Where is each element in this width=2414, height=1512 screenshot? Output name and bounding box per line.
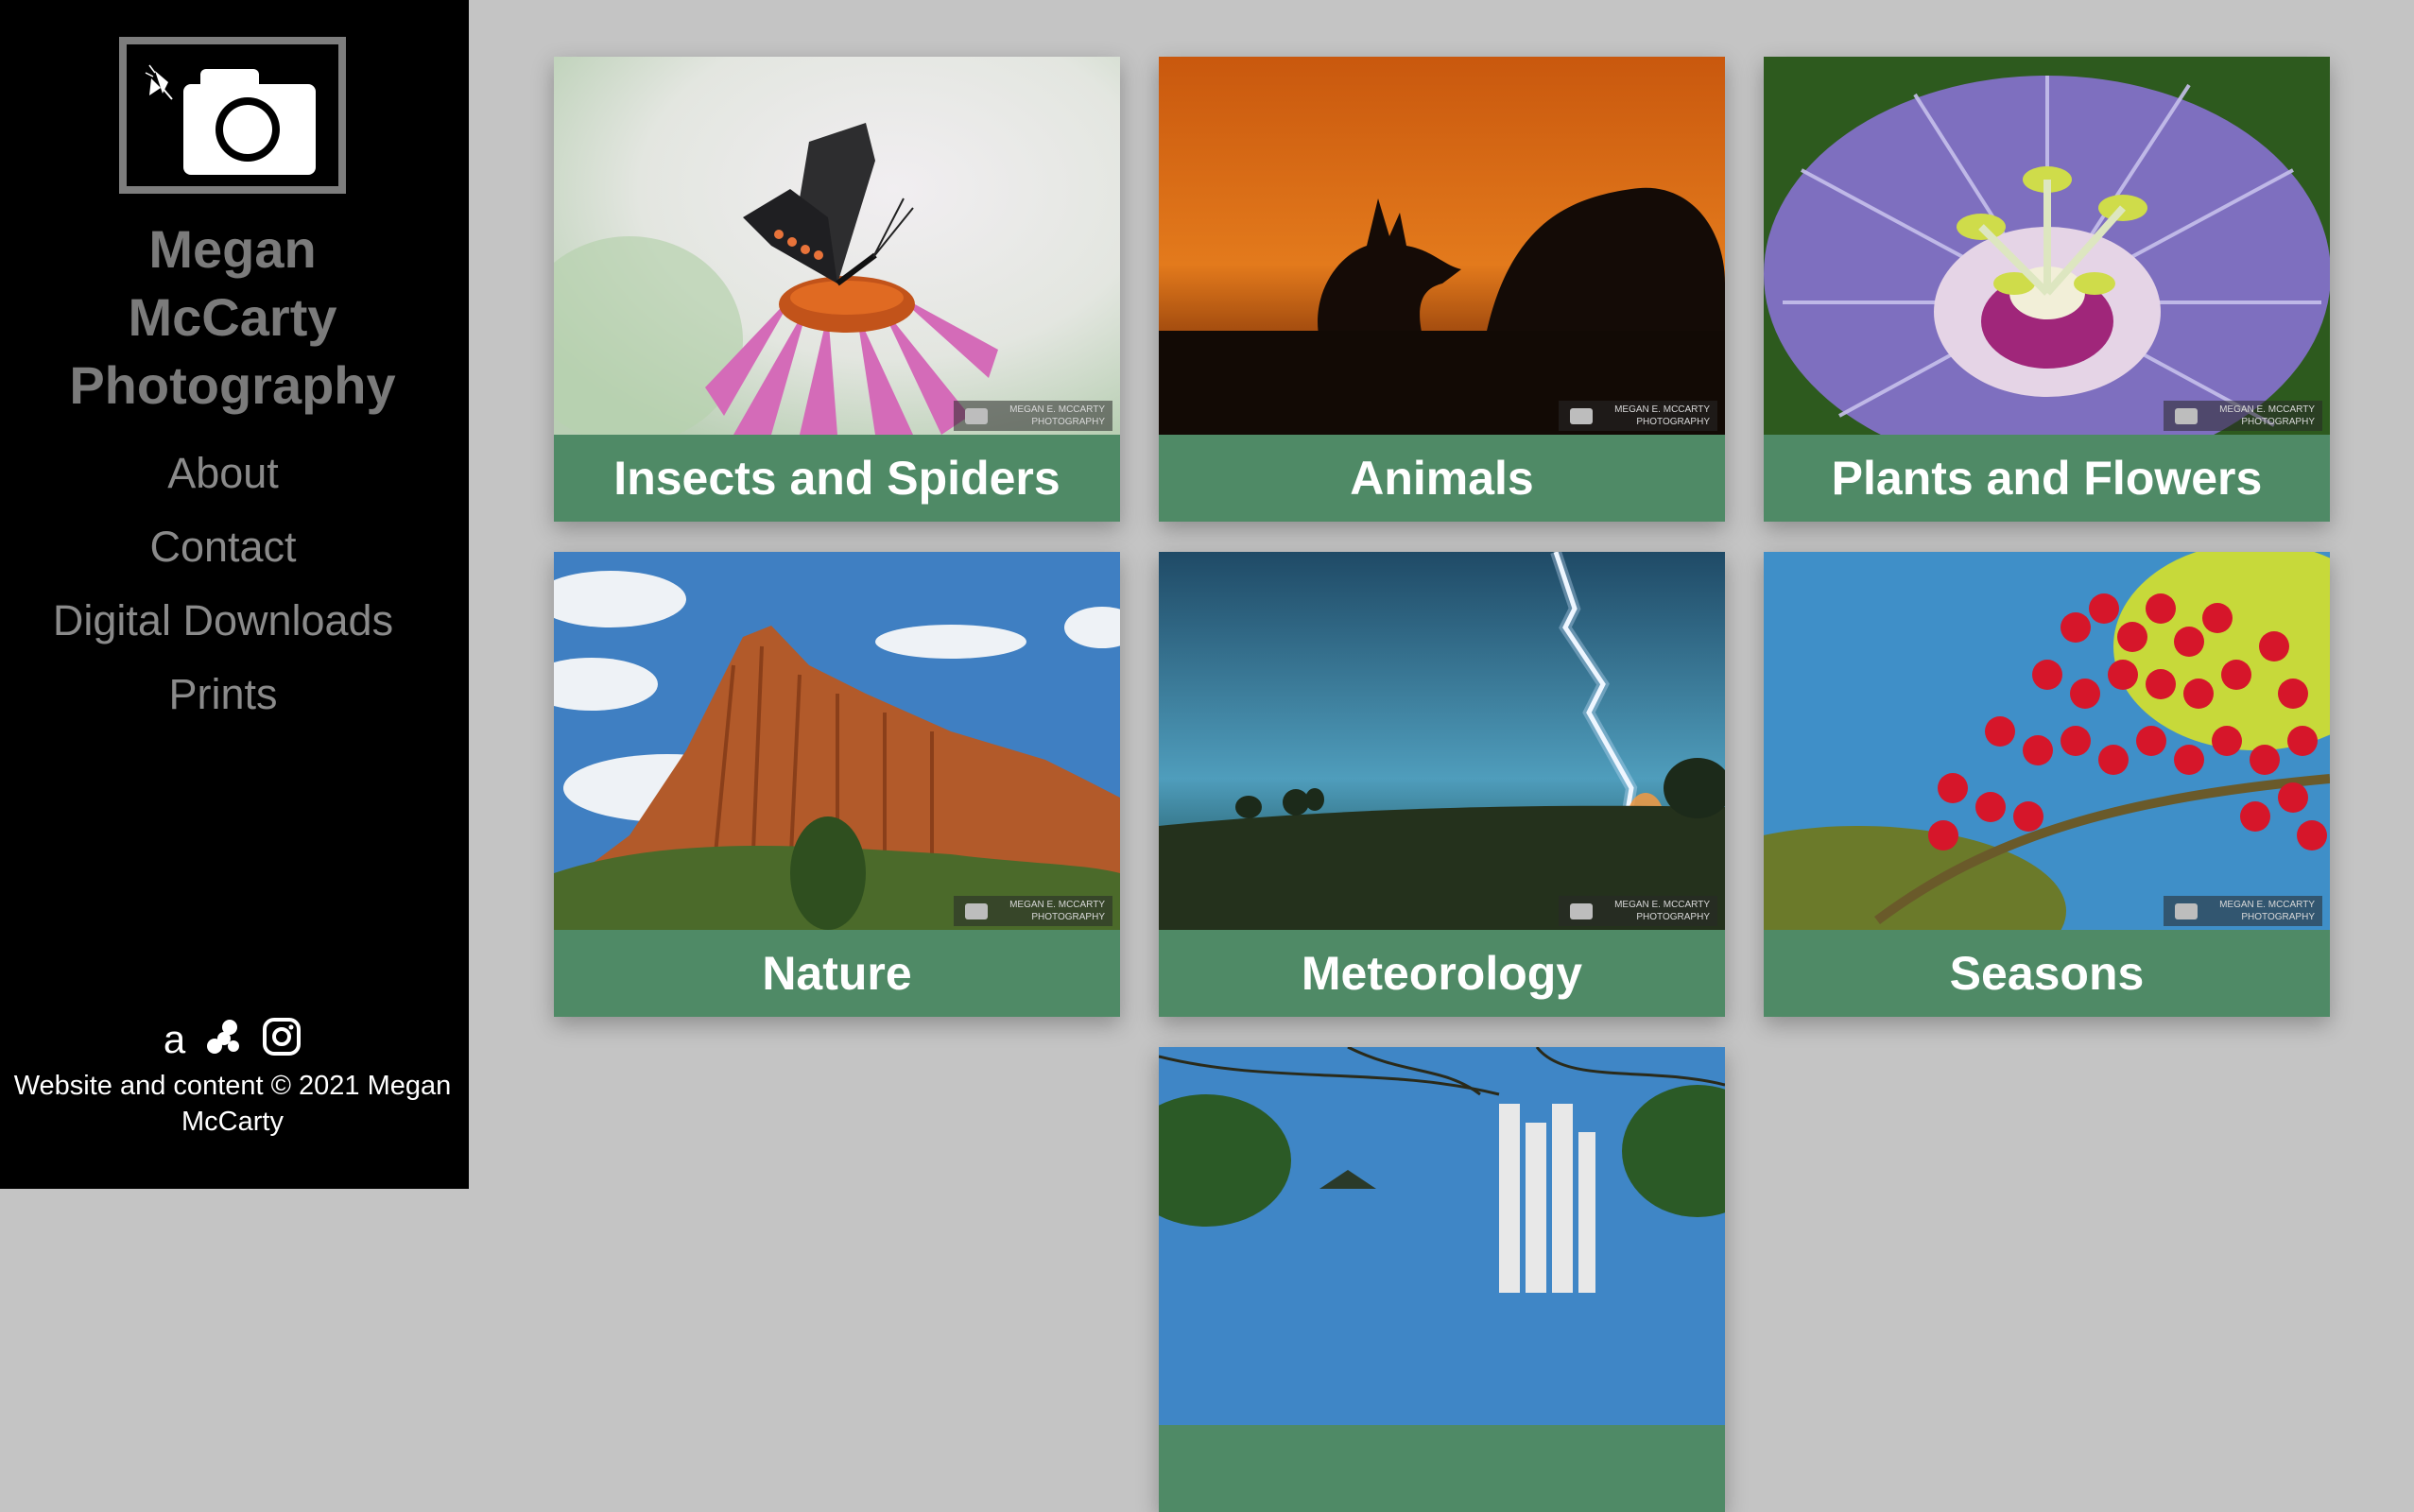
nav-link-contact[interactable]: Contact bbox=[0, 510, 446, 584]
camera-icon bbox=[965, 408, 988, 424]
main-nav: About Contact Digital Downloads Prints bbox=[0, 437, 446, 731]
passion-flower-image bbox=[1764, 57, 2330, 435]
nav-link-digital-downloads[interactable]: Digital Downloads bbox=[0, 584, 446, 658]
site-title-line: McCarty bbox=[128, 287, 337, 347]
gallery-card-nature[interactable]: MEGAN E. MCCARTY PHOTOGRAPHY Nature bbox=[554, 552, 1120, 1017]
camera-icon bbox=[965, 903, 988, 919]
gallery-thumbnail[interactable]: MEGAN E. MCCARTY PHOTOGRAPHY bbox=[1764, 552, 2330, 930]
gallery-label[interactable]: Seasons bbox=[1764, 930, 2330, 1017]
gallery-thumbnail[interactable]: MEGAN E. MCCARTY PHOTOGRAPHY bbox=[554, 57, 1120, 435]
sidebar: Megan McCarty Photography About Contact … bbox=[0, 0, 469, 1189]
camera-icon bbox=[1570, 408, 1593, 424]
copyright-line: Website and content © 2021 Megan bbox=[13, 1071, 452, 1101]
nav-link-prints[interactable]: Prints bbox=[0, 658, 446, 731]
dog-silhouette-sunset-image bbox=[1159, 57, 1725, 435]
watermark: MEGAN E. MCCARTY PHOTOGRAPHY bbox=[1559, 896, 1717, 926]
gallery-label[interactable]: Nature bbox=[554, 930, 1120, 1017]
nav-link-about[interactable]: About bbox=[0, 437, 446, 510]
butterfly-on-coneflower-image bbox=[554, 57, 1120, 435]
camera-logo-icon bbox=[145, 64, 316, 175]
gallery-label[interactable]: Plants and Flowers bbox=[1764, 435, 2330, 522]
lightning-strike-image bbox=[1159, 552, 1725, 930]
watermark: MEGAN E. MCCARTY PHOTOGRAPHY bbox=[954, 896, 1112, 926]
gallery-thumbnail[interactable]: MEGAN E. MCCARTY PHOTOGRAPHY bbox=[1159, 552, 1725, 930]
gallery-label[interactable]: Insects and Spiders bbox=[554, 435, 1120, 522]
amazon-icon[interactable]: a bbox=[164, 1019, 185, 1059]
instagram-icon[interactable] bbox=[262, 1017, 302, 1061]
site-title-line: Photography bbox=[69, 355, 396, 415]
gallery-card-animals[interactable]: MEGAN E. MCCARTY PHOTOGRAPHY Animals bbox=[1159, 57, 1725, 522]
watermark: MEGAN E. MCCARTY PHOTOGRAPHY bbox=[2164, 401, 2322, 431]
gallery-card-meteorology[interactable]: MEGAN E. MCCARTY PHOTOGRAPHY Meteorology bbox=[1159, 552, 1725, 1017]
watermark: MEGAN E. MCCARTY PHOTOGRAPHY bbox=[2164, 896, 2322, 926]
gallery-thumbnail[interactable]: MEGAN E. MCCARTY PHOTOGRAPHY bbox=[1159, 57, 1725, 435]
red-berries-image bbox=[1764, 552, 2330, 930]
gallery-card-plants-and-flowers[interactable]: MEGAN E. MCCARTY PHOTOGRAPHY Plants and … bbox=[1764, 57, 2330, 522]
gallery-card-seasons[interactable]: MEGAN E. MCCARTY PHOTOGRAPHY Seasons bbox=[1764, 552, 2330, 1017]
watermark: MEGAN E. MCCARTY PHOTOGRAPHY bbox=[954, 401, 1112, 431]
social-links: a bbox=[0, 1017, 465, 1066]
site-title[interactable]: Megan McCarty Photography bbox=[0, 215, 465, 420]
memorial-towers-image bbox=[1159, 1047, 1725, 1425]
gallery-thumbnail[interactable]: MEGAN E. MCCARTY PHOTOGRAPHY bbox=[1764, 57, 2330, 435]
copyright-line: McCarty bbox=[181, 1107, 284, 1137]
camera-icon bbox=[1570, 903, 1593, 919]
camera-icon bbox=[2175, 903, 2198, 919]
pixel-icon[interactable] bbox=[205, 1018, 243, 1060]
mountain-cliff-image bbox=[554, 552, 1120, 930]
gallery-thumbnail[interactable]: MEGAN E. MCCARTY PHOTOGRAPHY bbox=[554, 552, 1120, 930]
gallery-card-partial[interactable] bbox=[1159, 1047, 1725, 1512]
gallery-card-insects-and-spiders[interactable]: MEGAN E. MCCARTY PHOTOGRAPHY Insects and… bbox=[554, 57, 1120, 522]
camera-icon bbox=[2175, 408, 2198, 424]
copyright-text: Website and content © 2021 Megan McCarty bbox=[11, 1068, 454, 1140]
gallery-label[interactable]: Meteorology bbox=[1159, 930, 1725, 1017]
site-title-line: Megan bbox=[148, 219, 317, 279]
watermark: MEGAN E. MCCARTY PHOTOGRAPHY bbox=[1559, 401, 1717, 431]
gallery-thumbnail[interactable] bbox=[1159, 1047, 1725, 1425]
gallery-label[interactable]: Animals bbox=[1159, 435, 1725, 522]
site-logo[interactable] bbox=[119, 37, 346, 194]
